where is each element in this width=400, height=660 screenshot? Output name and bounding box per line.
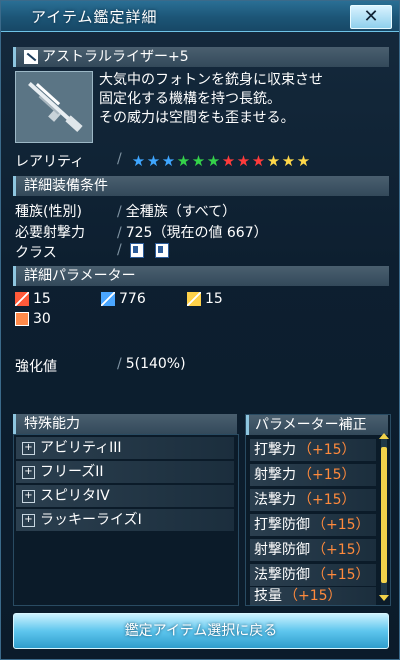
requirements-header: 詳細装備条件 <box>13 176 389 196</box>
expand-icon: + <box>22 490 35 503</box>
stat-dexterity: 30 <box>15 311 51 327</box>
ability-item[interactable]: + スピリタIV <box>16 485 234 507</box>
grind-value: /5(140%) <box>117 356 186 372</box>
close-button[interactable]: ✕ <box>350 5 392 29</box>
required-ranged-label: 必要射撃力 <box>15 225 85 241</box>
correction-row: 射撃力 （+15） <box>250 464 376 486</box>
correction-row: 打撃防御 （+15） <box>250 514 376 536</box>
ranged-attack-icon <box>101 292 115 306</box>
param-correction-panel: パラメーター補正 打撃力 （+15） 射撃力 （+15） 法撃力 （+15） 打撃防御… <box>245 414 391 606</box>
rarity-star-icon: ★ <box>191 152 206 170</box>
stat-ranged: 776 <box>101 291 146 307</box>
stat-melee: 15 <box>15 291 51 307</box>
weapon-image <box>15 71 93 143</box>
description-line-2: 固定化する機構を持つ長銃。 <box>99 91 281 107</box>
gunner-class-icon <box>154 242 169 258</box>
rarity-star-icon: ★ <box>146 152 161 170</box>
race-gender-value: / 全種族（すべて） <box>117 204 237 220</box>
rarity-star-icon: ★ <box>161 152 176 170</box>
rarity-star-icon: ★ <box>281 152 296 170</box>
back-to-selection-button[interactable]: 鑑定アイテム選択に戻る <box>13 613 389 649</box>
grind-label: 強化値 <box>15 359 57 375</box>
param-correction-header: パラメーター補正 <box>246 415 388 435</box>
title-bar: アイテム鑑定詳細 ✕ <box>1 1 399 32</box>
rarity-star-icon: ★ <box>206 152 221 170</box>
expand-icon: + <box>22 442 35 455</box>
expand-icon: + <box>22 514 35 527</box>
scroll-down-icon[interactable] <box>379 595 389 601</box>
scroll-thumb[interactable] <box>381 447 387 583</box>
ability-item[interactable]: + アビリティIII <box>16 437 234 459</box>
rarity-stars: ★ ★ ★ ★ ★ ★ ★ ★ ★ ★ ★ ★ <box>131 151 311 170</box>
special-abilities-panel: + アビリティIII + フリーズII + スピリタIV + ラッキーライズI <box>13 434 239 606</box>
stat-technique: 15 <box>187 291 223 307</box>
description-line-1: 大気中のフォトンを銃身に収束させ <box>99 72 323 88</box>
item-appraisal-window: アイテム鑑定詳細 ✕ アストラルライザー+5 大気中のフォトンを銃身に収束させ … <box>0 0 400 660</box>
required-ranged-value: /725（現在の値 667） <box>117 225 268 241</box>
rarity-separator: / <box>117 151 122 167</box>
rifle-icon <box>24 50 38 64</box>
correction-row: 法撃防御 （+15） <box>250 564 376 586</box>
correction-row: 技量 （+15） <box>250 587 376 605</box>
rarity-star-icon: ★ <box>296 152 311 170</box>
item-name-bar: アストラルライザー+5 <box>13 47 389 67</box>
rarity-star-icon: ★ <box>131 152 146 170</box>
ranger-class-icon <box>130 242 145 258</box>
melee-attack-icon <box>15 292 29 306</box>
ability-item[interactable]: + フリーズII <box>16 461 234 483</box>
rarity-star-icon: ★ <box>251 152 266 170</box>
ability-item[interactable]: + ラッキーライズI <box>16 509 234 531</box>
window-title: アイテム鑑定詳細 <box>31 8 158 26</box>
correction-row: 法撃力 （+15） <box>250 489 376 511</box>
special-abilities-header: 特殊能力 <box>13 414 237 434</box>
scroll-up-icon[interactable] <box>379 433 389 439</box>
item-name: アストラルライザー+5 <box>42 49 189 65</box>
rarity-star-icon: ★ <box>176 152 191 170</box>
correction-row: 射撃防御 （+15） <box>250 539 376 561</box>
rarity-label: レアリティ <box>15 154 85 170</box>
item-description: 大気中のフォトンを銃身に収束させ 固定化する機構を持つ長銃。 その威力は空間をも… <box>99 71 323 128</box>
scrollbar[interactable] <box>379 433 389 601</box>
class-label: クラス <box>15 245 57 261</box>
expand-icon: + <box>22 466 35 479</box>
dexterity-icon <box>15 312 29 326</box>
rarity-star-icon: ★ <box>266 152 281 170</box>
parameters-header: 詳細パラメーター <box>13 266 389 286</box>
rarity-star-icon: ★ <box>236 152 251 170</box>
description-line-3: その威力は空間をも歪ませる。 <box>99 110 295 126</box>
class-value: / <box>117 242 175 258</box>
weapon-rifle-icon <box>28 82 83 132</box>
technique-attack-icon <box>187 292 201 306</box>
rarity-star-icon: ★ <box>221 152 236 170</box>
correction-row: 打撃力 （+15） <box>250 439 376 461</box>
race-gender-label: 種族(性別) <box>15 204 82 220</box>
